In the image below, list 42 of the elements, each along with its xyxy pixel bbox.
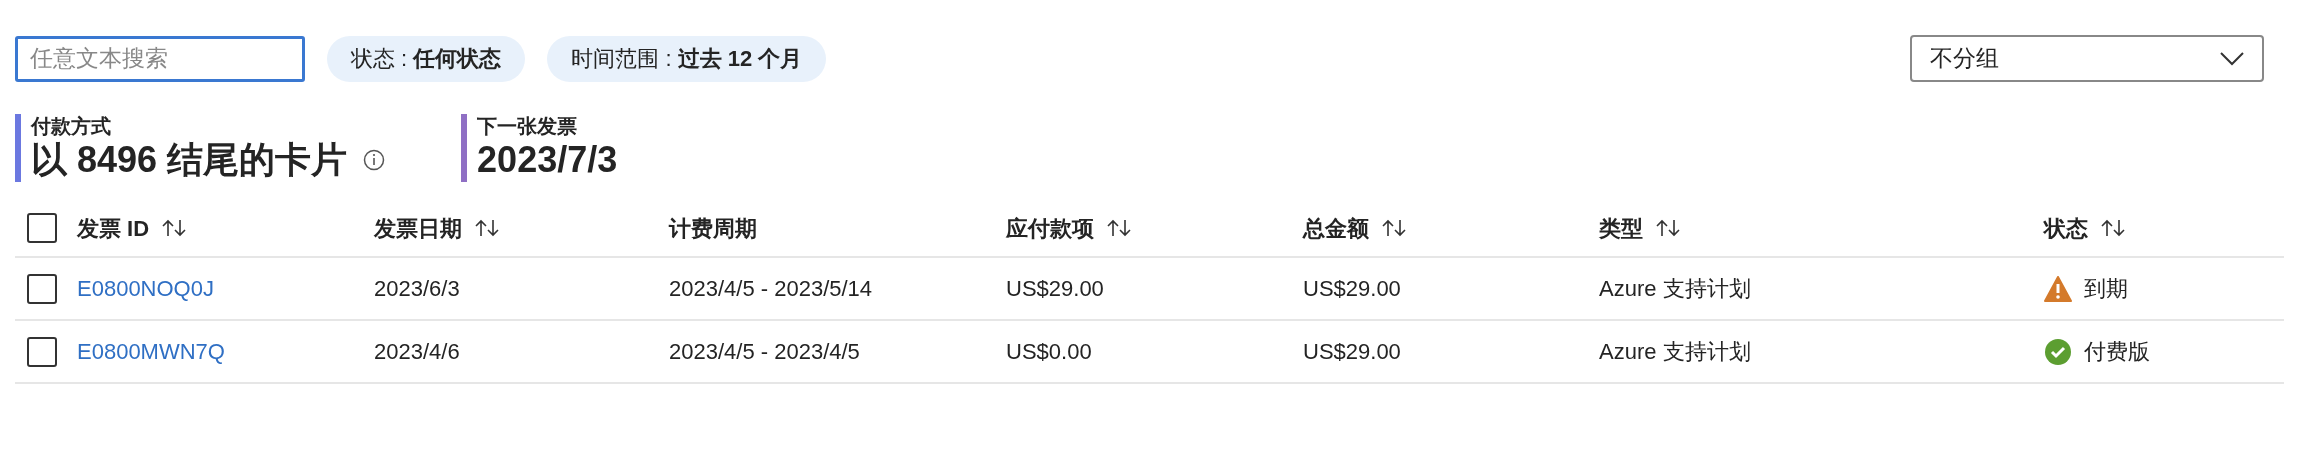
summary-label: 付款方式 xyxy=(31,114,112,138)
table-cell: 2023/4/5 - 2023/4/5 xyxy=(669,339,860,364)
table-cell: US$0.00 xyxy=(1006,339,1092,364)
sort-icon[interactable] xyxy=(161,218,188,238)
table-cell: 2023/4/5 - 2023/5/14 xyxy=(669,276,873,301)
summary-label: 下一张发票 xyxy=(477,114,579,138)
column-header: 总金额 xyxy=(1303,214,1369,243)
chevron-down-icon xyxy=(2220,51,2244,66)
sort-icon[interactable] xyxy=(1655,218,1681,238)
table-cell: Azure 支持计划 xyxy=(1599,339,1751,364)
table-cell: 2023/4/6 xyxy=(374,339,460,364)
filter-pill[interactable]: 时间范围 : 过去 12 个月 xyxy=(547,35,827,82)
summary-value: 以 8496 结尾的卡片 xyxy=(31,138,348,182)
table-cell: 2023/6/3 xyxy=(374,276,460,301)
table-cell: US$29.00 xyxy=(1303,339,1401,364)
sort-icon[interactable] xyxy=(1381,218,1407,238)
checkbox[interactable] xyxy=(27,273,57,304)
table-cell: Azure 支持计划 xyxy=(1599,276,1751,301)
column-header: 应付款项 xyxy=(1006,214,1094,243)
column-header: 发票 ID xyxy=(77,214,150,243)
checkbox[interactable] xyxy=(27,336,57,367)
sort-icon[interactable] xyxy=(1106,218,1132,238)
group-dropdown[interactable]: 不分组 xyxy=(1910,35,2264,82)
warning-icon xyxy=(2044,275,2072,302)
invoice-link[interactable]: E0800NOQ0J xyxy=(77,276,214,301)
table-cell: US$29.00 xyxy=(1303,276,1401,301)
sort-icon[interactable] xyxy=(474,218,500,238)
summary-value: 2023/7/3 xyxy=(477,138,618,182)
status-label: 到期 xyxy=(2084,275,2128,303)
check-circle-icon xyxy=(2044,337,2072,366)
sort-icon[interactable] xyxy=(2100,218,2126,238)
search-field[interactable]: 任意文本搜索 xyxy=(15,35,305,82)
column-header: 状态 xyxy=(2044,214,2088,243)
column-header: 发票日期 xyxy=(374,214,462,243)
table-cell: US$29.00 xyxy=(1006,276,1104,301)
info-icon[interactable] xyxy=(363,149,386,171)
status-label: 付费版 xyxy=(2084,338,2150,366)
column-header: 计费周期 xyxy=(669,214,757,243)
checkbox[interactable] xyxy=(27,213,57,243)
column-header: 类型 xyxy=(1599,214,1643,243)
filter-pill[interactable]: 状态 : 任何状态 xyxy=(327,35,526,82)
invoice-link[interactable]: E0800MWN7Q xyxy=(77,339,225,364)
